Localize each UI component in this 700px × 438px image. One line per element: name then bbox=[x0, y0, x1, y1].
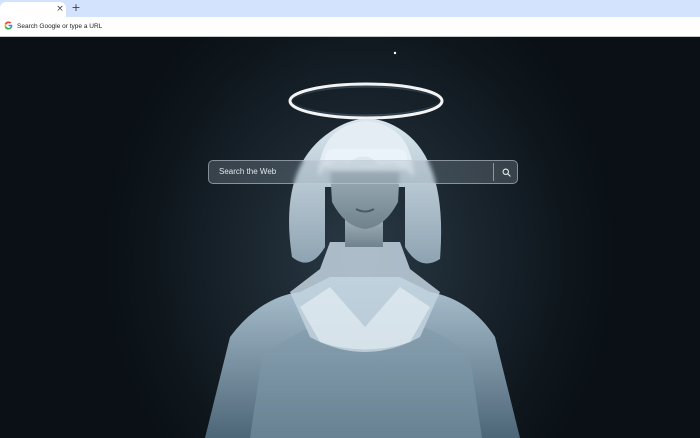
web-search-input[interactable] bbox=[209, 161, 493, 183]
omnibox-placeholder[interactable]: Search Google or type a URL bbox=[17, 21, 102, 33]
google-g-icon bbox=[4, 21, 13, 30]
search-icon bbox=[502, 168, 511, 177]
active-tab[interactable]: × bbox=[0, 2, 66, 17]
search-button[interactable] bbox=[494, 161, 518, 183]
close-tab-icon[interactable]: × bbox=[56, 5, 64, 14]
new-tab-page bbox=[0, 37, 700, 438]
tab-strip: × + bbox=[0, 0, 700, 17]
web-search-box[interactable] bbox=[208, 160, 518, 184]
background-wallpaper bbox=[205, 51, 520, 438]
address-bar[interactable]: Search Google or type a URL bbox=[0, 17, 700, 37]
new-tab-button[interactable]: + bbox=[71, 2, 81, 14]
